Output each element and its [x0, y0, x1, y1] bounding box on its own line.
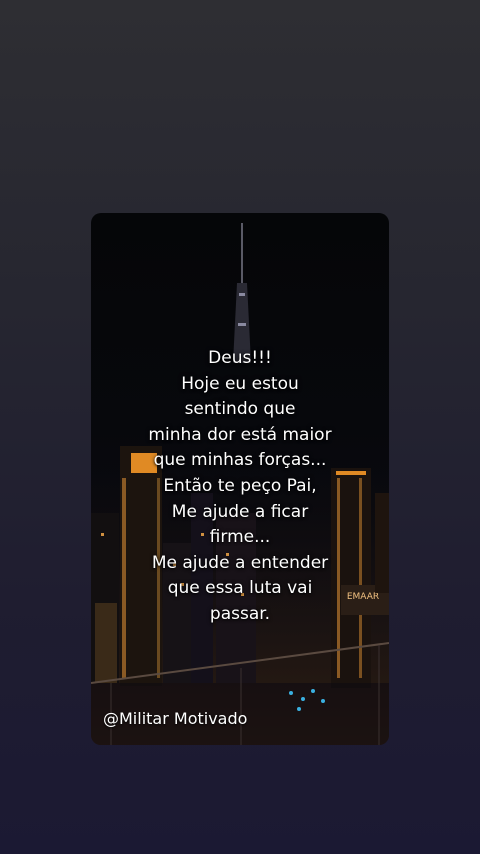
quote-text: Deus!!! Hoje eu estou sentindo que minha…: [91, 346, 389, 628]
quote-line: Me ajude a ficar: [171, 501, 309, 522]
quote-line: Deus!!!: [208, 348, 272, 368]
quote-line: que essa luta vai: [167, 578, 313, 599]
quote-line: que minhas forças...: [153, 450, 327, 471]
author-handle[interactable]: @Militar Motivado: [103, 709, 247, 728]
quote-line: firme...: [209, 527, 271, 548]
quote-line: passar.: [209, 603, 271, 624]
quote-line: sentindo que: [184, 399, 296, 420]
quote-line: Hoje eu estou: [181, 373, 299, 394]
quote-line: Então te peço Pai,: [163, 475, 317, 496]
quote-line: Me ajude a entender: [151, 552, 329, 573]
quote-line: minha dor está maior: [148, 424, 332, 445]
video-card[interactable]: EMAAR Deus!!! Hoje eu estou sentindo que…: [91, 213, 389, 745]
